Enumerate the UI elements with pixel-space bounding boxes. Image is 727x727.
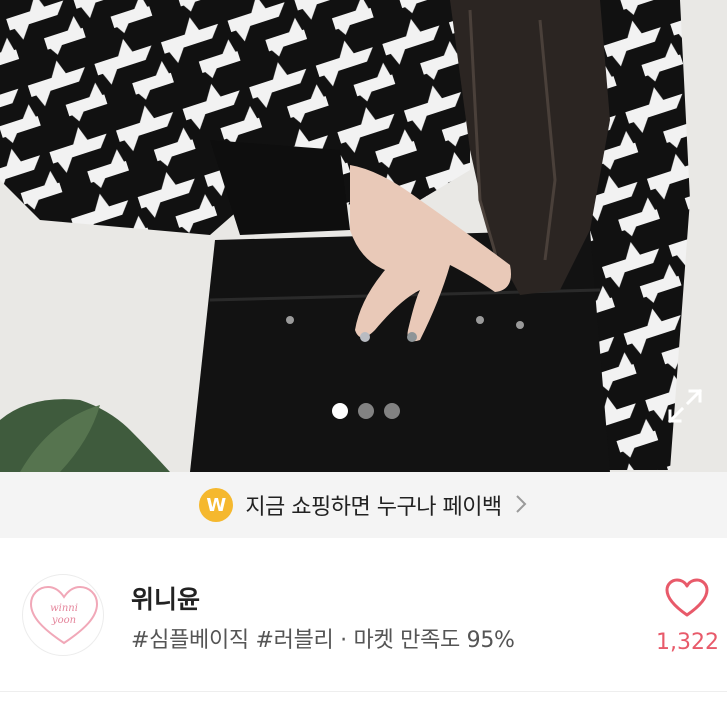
- coin-letter: W: [206, 494, 227, 516]
- product-image[interactable]: [0, 0, 727, 472]
- shop-avatar[interactable]: winni yoon: [22, 574, 104, 656]
- expand-icon[interactable]: [666, 387, 704, 425]
- product-photo-illustration: [0, 0, 727, 472]
- payback-coin-icon: W: [199, 488, 234, 522]
- shop-tags: #심플베이직 #러블리 · 마켓 만족도 95%: [131, 628, 515, 653]
- promo-text: 지금 쇼핑하면 누구나 페이백: [245, 495, 502, 520]
- like-count: 1,322: [656, 630, 719, 655]
- shop-name[interactable]: 위니윤: [131, 580, 200, 616]
- carousel-dot-2[interactable]: [358, 403, 374, 419]
- carousel-indicator: [332, 403, 400, 419]
- carousel-dot-3[interactable]: [384, 403, 400, 419]
- chevron-right-icon: [514, 493, 528, 519]
- payback-promo-banner[interactable]: W 지금 쇼핑하면 누구나 페이백: [0, 472, 727, 538]
- carousel-dot-1[interactable]: [332, 403, 348, 419]
- avatar-text-line1: winni: [50, 603, 78, 614]
- section-divider: [0, 691, 727, 692]
- like-heart-icon[interactable]: [664, 578, 710, 618]
- shop-info-section: winni yoon 위니윤 #심플베이직 #러블리 · 마켓 만족도 95% …: [0, 538, 727, 727]
- avatar-text-line2: yoon: [51, 615, 77, 626]
